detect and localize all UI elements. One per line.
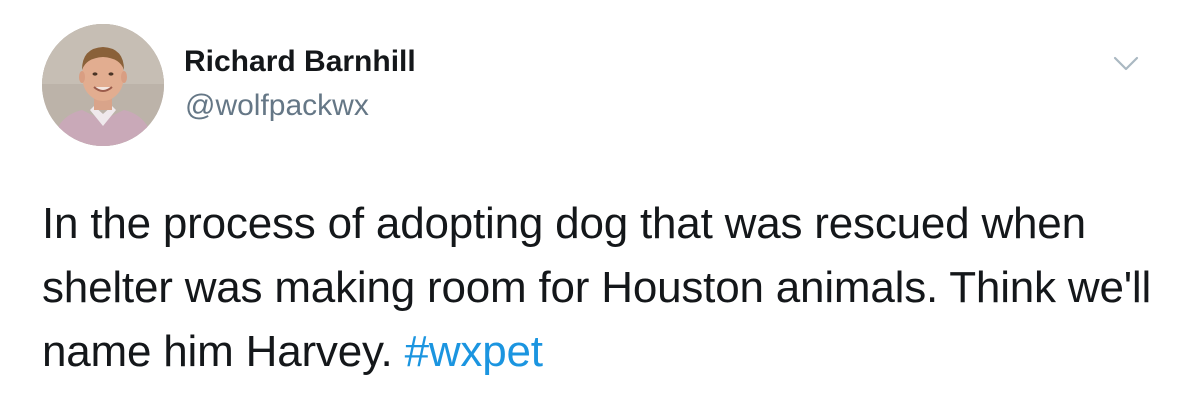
tweet-text: In the process of adopting dog that was … <box>42 192 1172 384</box>
avatar[interactable] <box>42 24 164 146</box>
author-display-name[interactable]: Richard Barnhill <box>184 44 416 80</box>
user-avatar-photo-icon <box>42 24 164 146</box>
author-handle[interactable]: @wolfpackwx <box>185 88 369 124</box>
tweet-menu-button[interactable] <box>1110 52 1142 76</box>
tweet-card: Richard Barnhill @wolfpackwx In the proc… <box>0 0 1192 412</box>
tweet-body: In the process of adopting dog that was … <box>42 199 1152 376</box>
chevron-down-icon <box>1113 56 1139 71</box>
hashtag-link[interactable]: #wxpet <box>405 327 543 376</box>
